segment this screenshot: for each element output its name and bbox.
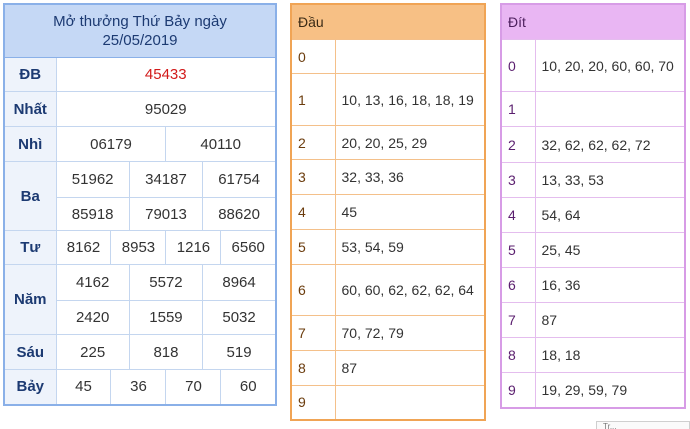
prize-value-nhi: 06179 (55, 126, 167, 162)
prize-value-sau: 225 (55, 334, 130, 370)
dit-key: 2 (500, 126, 536, 163)
dit-key: 6 (500, 267, 536, 303)
dit-key: 8 (500, 337, 536, 373)
prize-value-sau: 519 (202, 334, 277, 370)
dau-key: 0 (290, 39, 336, 74)
dit-key: 4 (500, 197, 536, 233)
dit-table: Đít 0 10, 20, 20, 60, 60, 70 1 2 32, 62, 6… (500, 3, 686, 409)
results-title-line1: Mở thưởng Thứ Bảy ngày (53, 13, 227, 30)
dit-key: 9 (500, 372, 536, 408)
dau-key: 3 (290, 159, 336, 195)
dit-values: 54, 64 (534, 197, 686, 233)
prize-label-nam: Năm (3, 264, 57, 335)
prize-value-bay: 70 (165, 369, 222, 405)
dau-header: Đầu (290, 3, 486, 40)
dau-values: 87 (334, 350, 486, 386)
prize-label-ba: Ba (3, 161, 57, 231)
dit-values: 16, 36 (534, 267, 686, 303)
lottery-results-table: Mở thưởng Thứ Bảy ngày 25/05/2019 ĐB 454… (3, 3, 277, 406)
prize-value-nam: 5032 (202, 300, 277, 335)
prize-value-nam: 5572 (128, 264, 204, 301)
dau-values: 53, 54, 59 (334, 229, 486, 265)
dau-values (334, 385, 486, 420)
dit-values: 87 (534, 302, 686, 338)
prize-value-nhi: 40110 (165, 126, 277, 162)
dau-values: 10, 13, 16, 18, 18, 19 (334, 73, 486, 126)
prize-value-db: 45433 (55, 57, 277, 92)
prize-value-ba: 61754 (202, 161, 277, 198)
prize-value-nam: 4162 (55, 264, 130, 301)
prize-value-tu: 8162 (55, 230, 112, 265)
dau-key: 7 (290, 315, 336, 351)
prize-value-ba: 34187 (128, 161, 204, 198)
prize-value-ba: 85918 (55, 197, 130, 231)
dau-key: 2 (290, 125, 336, 160)
prize-value-sau: 818 (128, 334, 204, 370)
dit-values: 10, 20, 20, 60, 60, 70 (534, 39, 686, 92)
dau-values: 20, 20, 25, 29 (334, 125, 486, 160)
prize-value-nam: 8964 (202, 264, 277, 301)
prize-label-nhi: Nhì (3, 126, 57, 162)
prize-value-ba: 79013 (128, 197, 204, 231)
prize-label-tu: Tư (3, 230, 57, 265)
dau-key: 6 (290, 264, 336, 316)
dau-key: 1 (290, 73, 336, 126)
results-title: Mở thưởng Thứ Bảy ngày 25/05/2019 (3, 3, 277, 58)
prize-value-ba: 51962 (55, 161, 130, 198)
prize-value-bay: 45 (55, 369, 112, 405)
dit-header: Đít (500, 3, 686, 40)
dau-values: 32, 33, 36 (334, 159, 486, 195)
corner-widget[interactable]: Tr... (596, 421, 690, 429)
dau-table: Đầu 0 1 10, 13, 16, 18, 18, 19 2 20, 20, 2… (290, 3, 486, 421)
prize-label-db: ĐB (3, 57, 57, 92)
prize-value-tu: 6560 (220, 230, 277, 265)
dit-values: 13, 33, 53 (534, 162, 686, 198)
prize-label-sau: Sáu (3, 334, 57, 370)
dit-values: 19, 29, 59, 79 (534, 372, 686, 408)
dau-key: 4 (290, 194, 336, 230)
dit-values: 18, 18 (534, 337, 686, 373)
dau-values: 70, 72, 79 (334, 315, 486, 351)
dau-key: 5 (290, 229, 336, 265)
prize-value-bay: 60 (220, 369, 277, 405)
prize-value-tu: 8953 (110, 230, 167, 265)
dau-key: 9 (290, 385, 336, 420)
dau-values (334, 39, 486, 74)
dau-values: 60, 60, 62, 62, 62, 64 (334, 264, 486, 316)
prize-value-nhat: 95029 (55, 91, 277, 127)
dit-values: 25, 45 (534, 232, 686, 268)
dit-key: 7 (500, 302, 536, 338)
prize-value-tu: 1216 (165, 230, 222, 265)
dit-key: 5 (500, 232, 536, 268)
dit-key: 3 (500, 162, 536, 198)
dit-key: 0 (500, 39, 536, 92)
dit-values (534, 91, 686, 127)
prize-label-nhat: Nhất (3, 91, 57, 127)
prize-label-bay: Bảy (3, 369, 57, 405)
dit-values: 32, 62, 62, 62, 72 (534, 126, 686, 163)
prize-value-bay: 36 (110, 369, 167, 405)
prize-value-nam: 1559 (128, 300, 204, 335)
prize-value-nam: 2420 (55, 300, 130, 335)
dit-key: 1 (500, 91, 536, 127)
dau-key: 8 (290, 350, 336, 386)
prize-value-ba: 88620 (202, 197, 277, 231)
dau-values: 45 (334, 194, 486, 230)
results-date: 25/05/2019 (102, 32, 178, 49)
